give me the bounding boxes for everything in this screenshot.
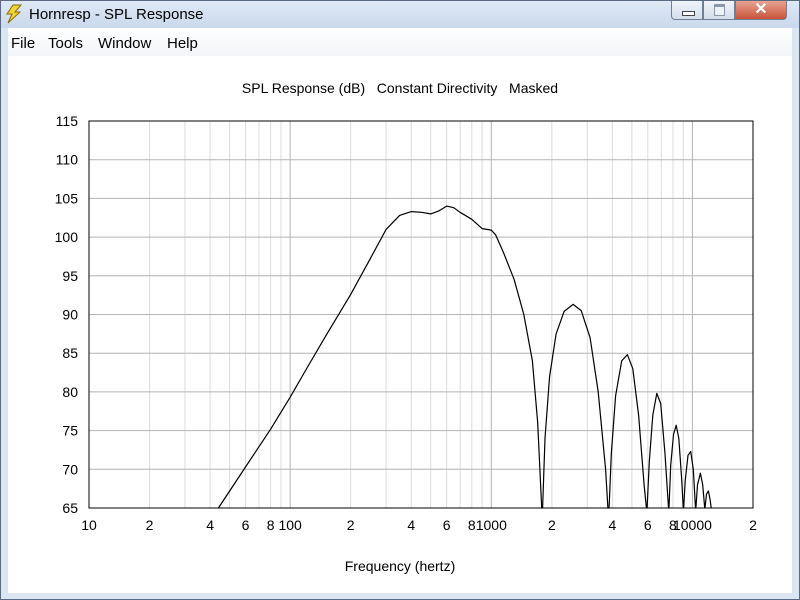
x-tick-label: 6 bbox=[242, 517, 250, 533]
chart-area: 65 70 75 80 85 90 95 100 105 110 115 10 2 4 6 8 100 2 4 6 8 1… bbox=[8, 56, 792, 593]
x-tick-label: 6 bbox=[443, 517, 451, 533]
maximize-button[interactable] bbox=[703, 1, 735, 20]
title-bar[interactable]: Hornresp - SPL Response ✕ bbox=[1, 1, 799, 28]
minimize-button[interactable] bbox=[671, 1, 703, 20]
y-tick-label: 90 bbox=[62, 307, 78, 323]
close-icon: ✕ bbox=[754, 1, 768, 18]
spl-response-line bbox=[217, 205, 712, 509]
y-tick-label: 110 bbox=[56, 152, 79, 168]
x-tick-label: 4 bbox=[609, 517, 617, 533]
x-tick-label: 1000 bbox=[476, 517, 507, 533]
x-tick-label: 8 bbox=[468, 517, 476, 533]
menu-window[interactable]: Window bbox=[98, 35, 151, 52]
menu-help[interactable]: Help bbox=[167, 35, 198, 52]
window-title: Hornresp - SPL Response bbox=[29, 6, 204, 23]
x-tick-label: 100 bbox=[278, 517, 302, 533]
y-tick-label: 105 bbox=[55, 190, 79, 206]
x-tick-label: 6 bbox=[644, 517, 652, 533]
x-tick-label: 10000 bbox=[673, 517, 712, 533]
maximize-icon bbox=[714, 4, 725, 16]
x-tick-label: 8 bbox=[267, 517, 275, 533]
y-tick-label: 95 bbox=[62, 268, 78, 284]
x-tick-label: 10 bbox=[81, 517, 97, 533]
app-window: Hornresp - SPL Response ✕ File Tools Win… bbox=[0, 0, 800, 600]
y-tick-label: 65 bbox=[62, 500, 78, 516]
menu-file[interactable]: File bbox=[11, 35, 35, 52]
x-tick-label: 4 bbox=[407, 517, 415, 533]
y-tick-label: 85 bbox=[62, 345, 78, 361]
y-tick-label: 75 bbox=[62, 423, 78, 439]
y-tick-label: 70 bbox=[62, 461, 78, 477]
y-tick-label: 115 bbox=[56, 113, 79, 129]
close-button[interactable]: ✕ bbox=[735, 1, 787, 20]
x-axis-label: Frequency (hertz) bbox=[345, 558, 455, 574]
y-tick-label: 100 bbox=[55, 229, 79, 245]
x-tick-label: 2 bbox=[146, 517, 154, 533]
x-tick-label: 2 bbox=[548, 517, 556, 533]
menu-bar: File Tools Window Help bbox=[8, 28, 792, 56]
lightning-bolt-icon bbox=[6, 4, 23, 24]
x-tick-label: 2 bbox=[347, 517, 355, 533]
spl-chart: 6570758085909510010511011510 2 4 6 8 100 2 4 6 8 1… bbox=[55, 80, 757, 574]
x-tick-label: 2 bbox=[749, 517, 757, 533]
chart-title: SPL Response (dB) Constant Directivity M… bbox=[242, 80, 558, 96]
menu-tools[interactable]: Tools bbox=[48, 35, 83, 52]
x-tick-label: 4 bbox=[206, 517, 214, 533]
minimize-icon bbox=[682, 11, 695, 16]
y-tick-label: 80 bbox=[62, 384, 78, 400]
